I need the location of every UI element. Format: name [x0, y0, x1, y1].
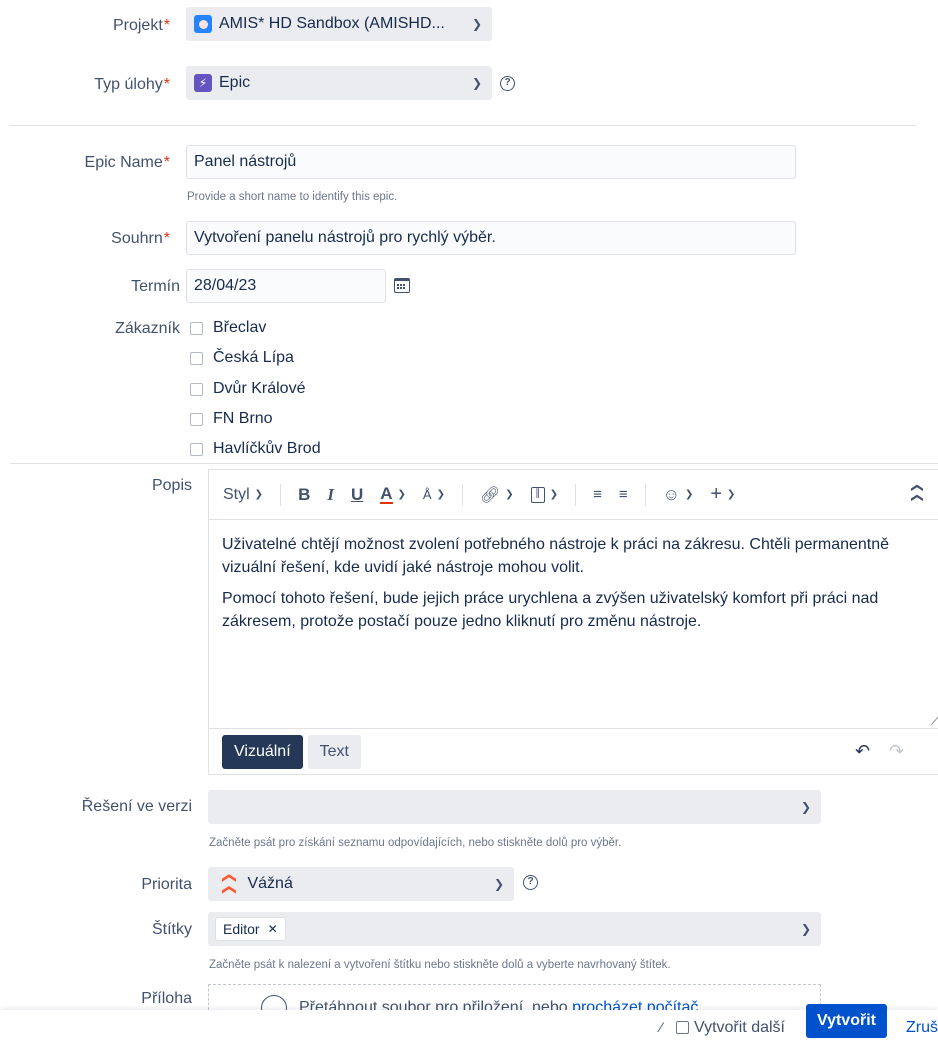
- fix-version-label: Řešení ve verzi: [81, 798, 192, 815]
- bullet-list-icon[interactable]: ≡: [593, 486, 602, 503]
- undo-icon[interactable]: ↶: [855, 741, 870, 762]
- summary-value: Vytvoření panelu nástrojů pro rychlý výb…: [194, 229, 496, 246]
- description-paragraph: Uživatelné chtějí možnost zvolení potřeb…: [222, 536, 890, 576]
- issue-type-select[interactable]: ⚡ Epic ❯: [186, 66, 492, 100]
- create-button[interactable]: Vytvořit: [806, 1004, 887, 1038]
- priority-value: Vážná: [247, 875, 293, 892]
- attachment-label: Příloha: [141, 990, 192, 1007]
- more-formatting-icon[interactable]: Å ❯: [423, 487, 445, 502]
- labels-hint: Začněte psát k nalezení a vytvoření štít…: [209, 959, 671, 971]
- issue-type-value: Epic: [219, 74, 251, 91]
- chevron-down-icon: ❯: [800, 800, 811, 814]
- collapse-toolbar-icon[interactable]: ❯❯: [909, 483, 923, 503]
- emoji-icon[interactable]: ☺ ❯: [663, 485, 694, 505]
- customer-option-label: Dvůr Králové: [213, 380, 306, 397]
- priority-label: Priorita: [141, 876, 192, 893]
- bold-icon[interactable]: B: [298, 485, 310, 505]
- customer-option[interactable]: Havlíčkův Brod: [190, 440, 321, 458]
- underline-icon[interactable]: U: [351, 485, 363, 505]
- attachment-icon[interactable]: ∥ ❯: [530, 486, 558, 503]
- project-avatar-icon: [194, 15, 212, 33]
- description-editor[interactable]: Styl ❯ B I U A ❯ Å ❯ 🔗︎ ❯ ∥ ❯ ≡ ≡ ☺ ❯ + ❯ ❯❯ U…: [208, 469, 938, 775]
- customer-option[interactable]: Břeclav: [190, 319, 266, 337]
- issue-type-label: Typ úlohy*: [94, 76, 170, 93]
- project-label: Projekt*: [112, 17, 170, 34]
- epic-lightning-icon: ⚡: [194, 74, 212, 92]
- resize-handle-icon[interactable]: [921, 715, 938, 725]
- label-tag[interactable]: Editor ✕: [215, 917, 286, 941]
- customer-option[interactable]: FN Brno: [190, 410, 273, 428]
- fix-version-select[interactable]: ❯: [208, 790, 821, 824]
- link-icon[interactable]: 🔗︎ ❯: [480, 485, 514, 505]
- checkbox[interactable]: [190, 382, 203, 396]
- insert-more-icon[interactable]: + ❯: [710, 483, 735, 506]
- italic-icon[interactable]: I: [327, 485, 334, 505]
- customer-option-label: Česká Lípa: [213, 349, 294, 366]
- chevron-down-icon: ❯: [493, 877, 504, 891]
- customer-option-label: Havlíčkův Brod: [213, 440, 321, 457]
- due-date-value: 28/04/23: [194, 277, 257, 294]
- project-select[interactable]: AMIS* HD Sandbox (AMISHD... ❯: [186, 7, 492, 41]
- editor-toolbar: Styl ❯ B I U A ❯ Å ❯ 🔗︎ ❯ ∥ ❯ ≡ ≡ ☺ ❯ + ❯ ❯❯: [209, 470, 938, 520]
- customer-option-label: FN Brno: [213, 410, 273, 427]
- editor-mode-bar: Vizuální Text ↶ ↷: [209, 728, 938, 775]
- customer-option-label: Břeclav: [213, 319, 267, 336]
- chevron-down-icon: ❯: [471, 17, 482, 31]
- text-color-icon[interactable]: A ❯: [380, 485, 406, 504]
- text-mode-tab[interactable]: Text: [307, 735, 361, 769]
- epic-name-label: Epic Name*: [84, 154, 170, 171]
- editor-content[interactable]: Uživatelné chtějí možnost zvolení potřeb…: [209, 520, 938, 633]
- epic-name-value: Panel nástrojů: [194, 153, 297, 170]
- cancel-link[interactable]: Zruš: [906, 1019, 938, 1037]
- toolbar-separator: [575, 483, 577, 506]
- epic-name-hint: Provide a short name to identify this ep…: [187, 191, 398, 203]
- labels-label: Štítky: [151, 921, 192, 938]
- labels-select[interactable]: Editor ✕ ❯: [208, 912, 821, 946]
- help-icon[interactable]: ?: [500, 76, 515, 91]
- priority-major-icon: ❯❯: [219, 872, 236, 896]
- customer-option[interactable]: Česká Lípa: [190, 349, 294, 367]
- description-label: Popis: [151, 477, 192, 494]
- fix-version-hint: Začněte psát pro získání seznamu odpovíd…: [209, 837, 622, 849]
- checkbox[interactable]: [190, 412, 203, 426]
- attachment-dropzone[interactable]: Přetáhnout soubor pro přiložení, nebo pr…: [208, 984, 821, 1021]
- help-icon[interactable]: ?: [523, 875, 538, 890]
- checkbox[interactable]: [190, 351, 203, 365]
- calendar-icon[interactable]: [394, 278, 410, 293]
- numbered-list-icon[interactable]: ≡: [619, 486, 628, 503]
- pen-icon: ⁄: [660, 1019, 663, 1035]
- toolbar-separator: [280, 483, 282, 506]
- section-divider: [10, 463, 938, 464]
- chevron-down-icon: ❯: [471, 76, 482, 90]
- checkbox[interactable]: [190, 321, 203, 335]
- visual-mode-tab[interactable]: Vizuální: [222, 735, 303, 769]
- due-date-input[interactable]: 28/04/23: [186, 269, 386, 303]
- dialog-footer: ⁄ Vytvořit další Vytvořit Zruš: [0, 1004, 938, 1050]
- chevron-down-icon: ❯: [254, 489, 264, 500]
- label-tag-text: Editor: [223, 921, 260, 937]
- text-style-dropdown[interactable]: Styl ❯: [223, 486, 263, 504]
- due-date-label: Termín: [131, 278, 180, 295]
- create-another-label[interactable]: Vytvořit další: [694, 1019, 785, 1037]
- toolbar-separator: [644, 483, 646, 506]
- checkbox[interactable]: [190, 442, 203, 456]
- remove-tag-icon[interactable]: ✕: [268, 922, 278, 936]
- toolbar-separator: [461, 483, 463, 506]
- priority-select[interactable]: ❯❯ Vážná ❯: [208, 867, 514, 901]
- section-divider: [10, 125, 916, 126]
- customer-option[interactable]: Dvůr Králové: [190, 380, 305, 398]
- redo-icon[interactable]: ↷: [889, 741, 904, 762]
- epic-name-input[interactable]: Panel nástrojů: [186, 145, 796, 179]
- summary-label: Souhrn*: [111, 230, 170, 247]
- project-value: AMIS* HD Sandbox (AMISHD...: [219, 15, 445, 32]
- chevron-down-icon: ❯: [800, 922, 811, 936]
- customer-label: Zákazník: [115, 320, 180, 337]
- description-paragraph: Pomocí tohoto řešení, bude jejich práce …: [222, 590, 879, 630]
- summary-input[interactable]: Vytvoření panelu nástrojů pro rychlý výb…: [186, 221, 796, 255]
- create-another-checkbox[interactable]: [676, 1021, 689, 1034]
